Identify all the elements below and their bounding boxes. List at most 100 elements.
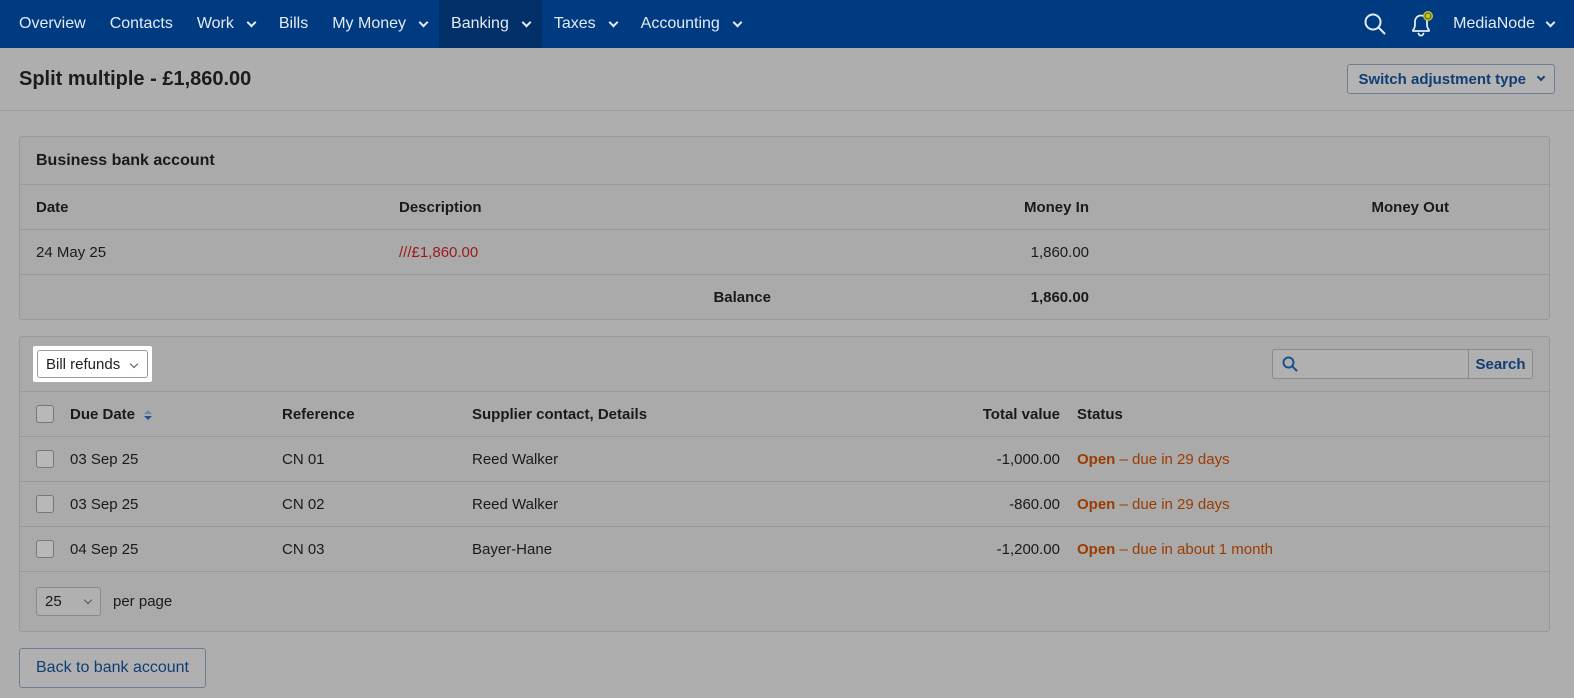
balance-row: Balance 1,860.00	[20, 275, 1549, 320]
nav-work[interactable]: Work	[185, 0, 267, 48]
row-reference: CN 01	[282, 450, 325, 468]
toolbar: Bill refunds Search	[20, 337, 1549, 392]
search-button[interactable]: Search	[1468, 349, 1533, 379]
back-to-bank-account-button[interactable]: Back to bank account	[19, 648, 206, 688]
column-label: Due Date	[70, 405, 136, 423]
nav-label: Banking	[451, 15, 509, 32]
nav-label: My Money	[332, 15, 407, 32]
column-reference: Reference	[282, 405, 355, 423]
nav-label: Work	[196, 15, 234, 32]
table-row: 24 May 25 ///£1,860.00 1,860.00	[20, 230, 1549, 275]
per-page-select[interactable]: 25	[36, 587, 101, 616]
row-due-date: 04 Sep 25	[70, 540, 139, 558]
nav-my-money[interactable]: My Money	[320, 0, 439, 48]
status-detail: – due in 29 days	[1115, 450, 1230, 468]
nav-contacts[interactable]: Contacts	[98, 0, 185, 48]
row-total-value: -860.00	[1009, 495, 1060, 513]
table-row: 04 Sep 25 CN 03 Bayer-Hane -1,200.00 Ope…	[20, 527, 1549, 572]
table-header: Date Description Money In Money Out	[20, 185, 1549, 230]
nav-label: Taxes	[553, 15, 596, 32]
column-supplier: Supplier contact, Details	[472, 405, 648, 423]
bill-type-select[interactable]: Bill refunds	[37, 350, 148, 378]
row-status: Open – due in 29 days	[1077, 451, 1230, 468]
column-money-out: Money Out	[1371, 198, 1450, 216]
status-detail: – due in about 1 month	[1115, 540, 1273, 558]
filter-highlight: Bill refunds	[33, 346, 152, 382]
column-status: Status	[1077, 405, 1123, 423]
table-row: 03 Sep 25 CN 01 Reed Walker -1,000.00 Op…	[20, 437, 1549, 482]
row-date: 24 May 25	[36, 243, 107, 261]
per-page-label: per page	[113, 593, 173, 610]
nav-label: Contacts	[109, 15, 173, 32]
row-supplier: Reed Walker	[472, 450, 559, 468]
chevron-down-icon	[129, 359, 139, 369]
select-value: 25	[45, 593, 62, 610]
search-field	[1272, 349, 1468, 379]
chevron-down-icon	[521, 17, 532, 27]
chevron-down-icon	[1545, 17, 1556, 27]
balance-label: Balance	[713, 289, 771, 306]
row-status: Open – due in about 1 month	[1077, 541, 1273, 558]
chevron-down-icon	[608, 17, 619, 27]
card-title: Business bank account	[20, 137, 1549, 185]
column-due-date[interactable]: Due Date	[70, 406, 153, 423]
search-icon	[1282, 356, 1298, 372]
switch-adjustment-type-button[interactable]: Switch adjustment type	[1347, 64, 1555, 94]
search-icon[interactable]	[1351, 0, 1398, 48]
bill-refunds-card: Bill refunds Search Due Date Reference S…	[19, 336, 1550, 632]
sort-icon	[144, 409, 153, 420]
balance-value: 1,860.00	[1030, 289, 1089, 306]
chevron-down-icon	[83, 595, 93, 605]
row-money-in: 1,860.00	[1030, 243, 1089, 261]
row-reference: CN 03	[282, 540, 325, 558]
row-status: Open – due in 29 days	[1077, 496, 1230, 513]
row-total-value: -1,200.00	[996, 540, 1060, 558]
top-nav: Overview Contacts Work Bills My Money Ba…	[0, 0, 1574, 48]
nav-bills[interactable]: Bills	[267, 0, 320, 48]
pagination: 25 per page	[36, 587, 172, 616]
nav-taxes[interactable]: Taxes	[542, 0, 629, 48]
nav-accounting[interactable]: Accounting	[629, 0, 753, 48]
nav-label: Accounting	[640, 15, 720, 32]
status-detail: – due in 29 days	[1115, 495, 1230, 513]
row-checkbox[interactable]	[36, 450, 54, 468]
row-supplier: Reed Walker	[472, 495, 559, 513]
row-due-date: 03 Sep 25	[70, 450, 139, 468]
user-menu[interactable]: MediaNode	[1445, 0, 1574, 48]
nav-label: Overview	[19, 15, 86, 32]
user-name: MediaNode	[1453, 15, 1535, 32]
nav-right: MediaNode	[1351, 0, 1574, 48]
chevron-down-icon	[246, 17, 257, 27]
row-total-value: -1,000.00	[996, 450, 1060, 468]
select-all-checkbox[interactable]	[36, 405, 54, 423]
status-open: Open	[1077, 540, 1116, 558]
status-open: Open	[1077, 450, 1116, 468]
search-group: Search	[1272, 349, 1533, 379]
search-input[interactable]	[1273, 350, 1468, 378]
row-reference: CN 02	[282, 495, 325, 513]
row-checkbox[interactable]	[36, 540, 54, 558]
chevron-down-icon	[1536, 72, 1546, 82]
row-checkbox[interactable]	[36, 495, 54, 513]
chevron-down-icon	[418, 17, 429, 27]
nav-banking[interactable]: Banking	[439, 0, 542, 48]
column-money-in: Money In	[1023, 198, 1089, 216]
column-date: Date	[36, 198, 69, 216]
bell-icon[interactable]	[1398, 0, 1445, 48]
nav-overview[interactable]: Overview	[7, 0, 98, 48]
select-value: Bill refunds	[46, 355, 121, 373]
row-description: ///£1,860.00	[399, 243, 479, 261]
table-header: Due Date Reference Supplier contact, Det…	[20, 392, 1549, 437]
status-open: Open	[1077, 495, 1116, 513]
nav-label: Bills	[278, 15, 309, 32]
row-due-date: 03 Sep 25	[70, 495, 139, 513]
bank-account-card: Business bank account Date Description M…	[19, 136, 1550, 320]
column-total-value: Total value	[982, 405, 1060, 423]
table-row: 03 Sep 25 CN 02 Reed Walker -860.00 Open…	[20, 482, 1549, 527]
column-description: Description	[399, 198, 482, 216]
row-supplier: Bayer-Hane	[472, 540, 553, 558]
page-header: Split multiple - £1,860.00 Switch adjust…	[0, 48, 1574, 111]
chevron-down-icon	[732, 17, 743, 27]
page-title: Split multiple - £1,860.00	[19, 67, 252, 90]
button-label: Switch adjustment type	[1358, 70, 1526, 88]
